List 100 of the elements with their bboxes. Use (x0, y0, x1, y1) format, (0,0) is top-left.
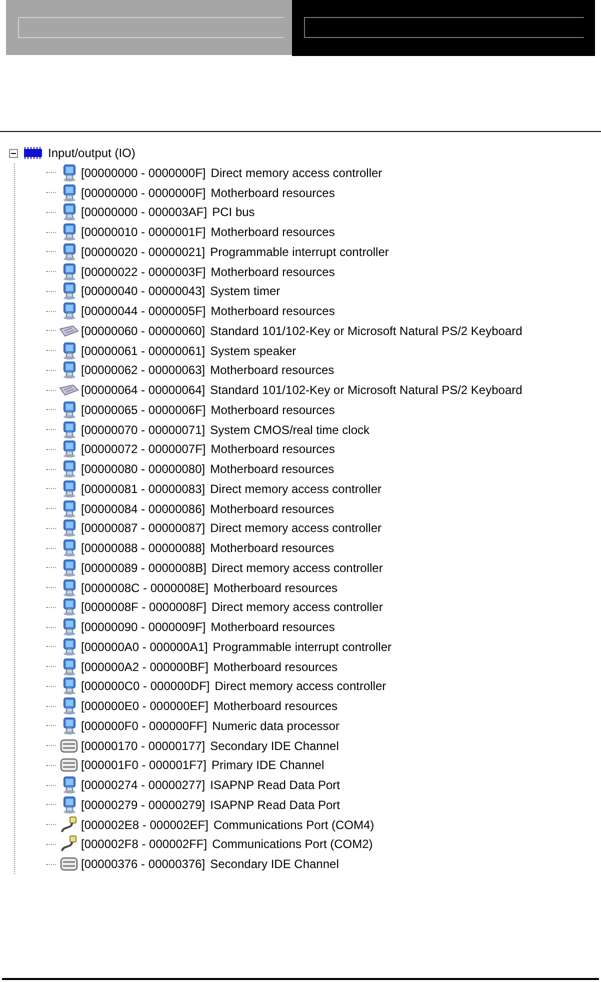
device-name[interactable]: Secondary IDE Channel (210, 736, 339, 755)
collapse-icon[interactable] (9, 148, 18, 158)
device-name[interactable]: PCI bus (212, 203, 255, 222)
device-name[interactable]: Standard 101/102-Key or Microsoft Natural PS/2 Keyboard (210, 381, 522, 400)
monitor-icon (61, 203, 77, 222)
device-name[interactable]: System timer (210, 282, 280, 300)
address-range: [00000022 - 0000003F] (81, 264, 206, 281)
monitor-icon (61, 460, 77, 478)
monitor-icon (61, 558, 77, 577)
device-name[interactable]: Motherboard resources (210, 440, 335, 458)
monitor-icon (61, 539, 77, 558)
address-range: [000000E0 - 000000EF] (81, 698, 208, 716)
device-name[interactable]: Communications Port (COM4) (213, 816, 374, 834)
device-name[interactable]: Motherboard resources (210, 618, 335, 636)
monitor-icon (61, 480, 77, 498)
address-range: [00000080 - 00000080] (81, 461, 206, 478)
monitor-icon (61, 578, 77, 597)
device-name[interactable]: Communications Port (COM2) (212, 835, 373, 854)
device-name[interactable]: ISAPNP Read Data Port (210, 776, 340, 794)
address-range: [00000274 - 00000277] (81, 777, 206, 794)
address-range: [00000376 - 00000376] (81, 856, 206, 874)
monitor-icon (61, 440, 77, 458)
monitor-icon (61, 618, 77, 636)
address-range: [0000008C - 0000008E] (81, 580, 208, 597)
address-range: [00000279 - 00000279] (81, 796, 206, 814)
drive-icon (60, 758, 78, 772)
monitor-icon (61, 302, 77, 320)
device-name[interactable]: Motherboard resources (210, 361, 334, 380)
device-name[interactable]: Motherboard resources (213, 658, 338, 676)
monitor-icon (61, 420, 77, 439)
device-name[interactable]: Motherboard resources (210, 500, 334, 518)
device-name[interactable]: Direct memory access controller (210, 480, 382, 498)
address-range: [00000044 - 0000005F] (81, 303, 206, 320)
drive-icon (60, 738, 78, 753)
device-name[interactable]: Direct memory access controller (210, 519, 382, 538)
monitor-icon (61, 677, 77, 696)
monitor-icon (61, 638, 77, 656)
address-range: [00000000 - 0000000F] (81, 164, 206, 182)
device-name[interactable]: Direct memory access controller (211, 558, 383, 577)
monitor-icon (61, 400, 77, 419)
address-range: [000002E8 - 000002EF] (81, 816, 208, 834)
device-name[interactable]: Direct memory access controller (214, 677, 386, 696)
address-range: [000000C0 - 000000DF] (81, 678, 210, 696)
tree-root-label[interactable]: Input/output (IO) (48, 144, 136, 162)
address-range: [0000008F - 0000008F] (81, 599, 206, 616)
device-name[interactable]: Programmable interrupt controller (212, 638, 392, 656)
address-range: [00000061 - 00000061] (81, 342, 206, 360)
monitor-icon (61, 361, 77, 380)
address-range: [00000065 - 0000006F] (81, 402, 206, 419)
chip-icon (23, 147, 43, 159)
address-range: [00000072 - 0000007F] (81, 441, 206, 458)
device-name[interactable]: Numeric data processor (212, 716, 340, 735)
device-name[interactable]: Motherboard resources (213, 697, 338, 716)
device-name[interactable]: Motherboard resources (210, 223, 335, 242)
monitor-icon (61, 262, 77, 281)
device-name[interactable]: Primary IDE Channel (211, 756, 324, 774)
device-name[interactable]: Motherboard resources (210, 400, 335, 419)
address-range: [000002F8 - 000002FF] (81, 836, 208, 854)
cable-icon (60, 816, 78, 834)
device-name[interactable]: Motherboard resources (210, 460, 334, 478)
monitor-icon (61, 282, 77, 300)
monitor-icon (61, 776, 77, 794)
device-name[interactable]: Secondary IDE Channel (210, 855, 339, 874)
device-name[interactable]: Standard 101/102-Key or Microsoft Natural PS/2 Keyboard (210, 322, 522, 340)
monitor-icon (61, 716, 77, 735)
device-name[interactable]: Direct memory access controller (211, 598, 383, 616)
device-name[interactable]: Motherboard resources (210, 262, 335, 281)
address-range: [00000088 - 00000088] (81, 540, 206, 558)
device-name[interactable]: System CMOS/real time clock (210, 420, 370, 439)
device-name[interactable]: Motherboard resources (213, 578, 338, 597)
address-range: [00000000 - 000003AF] (81, 204, 208, 222)
device-name[interactable]: System speaker (210, 342, 296, 360)
address-range: [000000A0 - 000000A1] (81, 638, 208, 656)
address-range: [00000089 - 0000008B] (81, 560, 206, 577)
address-range: [00000087 - 00000087] (81, 520, 206, 538)
address-range: [00000064 - 00000064] (81, 382, 206, 400)
address-range: [00000170 - 00000177] (81, 738, 206, 755)
address-range: [000000A2 - 000000BF] (81, 658, 208, 676)
address-range: [00000062 - 00000063] (81, 362, 206, 380)
address-range: [00000081 - 00000083] (81, 480, 206, 498)
address-range: [00000060 - 00000060] (81, 322, 206, 340)
keyboard-icon (59, 324, 79, 337)
address-range: [000000F0 - 000000FF] (81, 718, 208, 735)
monitor-icon (61, 164, 77, 182)
monitor-icon (61, 598, 77, 616)
address-range: [00000010 - 0000001F] (81, 224, 206, 242)
device-name[interactable]: Direct memory access controller (210, 164, 382, 182)
address-range: [00000000 - 0000000F] (81, 184, 206, 202)
monitor-icon (61, 796, 77, 814)
monitor-icon (61, 500, 77, 518)
address-range: [00000020 - 00000021] (81, 244, 206, 261)
device-name[interactable]: Motherboard resources (210, 539, 334, 558)
device-name[interactable]: Programmable interrupt controller (210, 242, 389, 261)
device-name[interactable]: ISAPNP Read Data Port (210, 796, 340, 814)
monitor-icon (61, 242, 77, 261)
monitor-icon (61, 223, 77, 242)
monitor-icon (61, 697, 77, 716)
device-name[interactable]: Motherboard resources (210, 184, 335, 202)
device-name[interactable]: Motherboard resources (210, 302, 335, 320)
monitor-icon (61, 342, 77, 360)
